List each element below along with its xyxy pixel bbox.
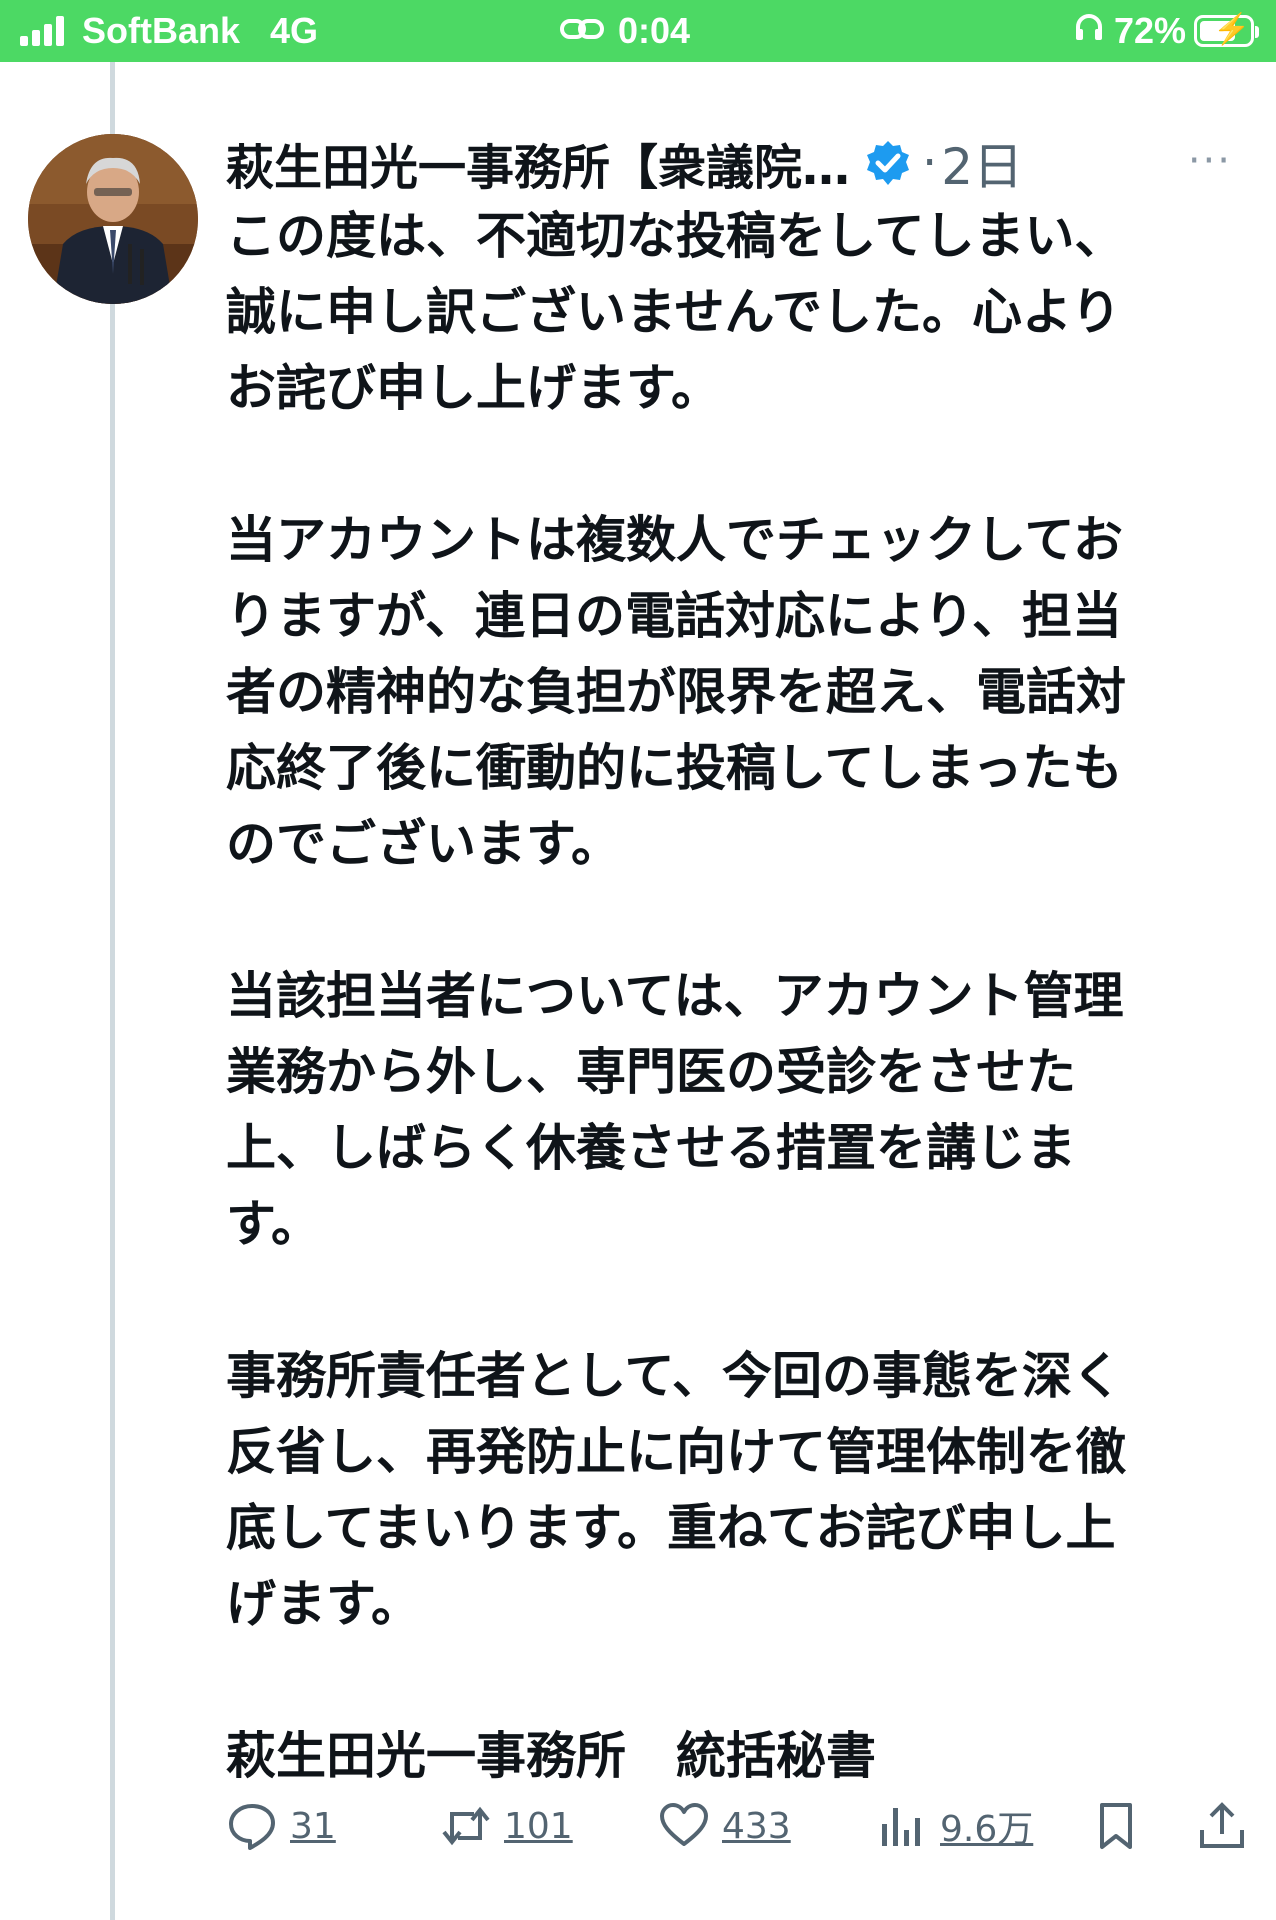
status-right: 72% ⚡ [1074,10,1259,52]
battery-percent: 72% [1113,10,1186,51]
carrier-name: SoftBank [82,10,241,51]
bookmark-icon [1100,1803,1132,1849]
views-chart-icon [882,1808,920,1846]
author-name[interactable]: 萩生田光一事務所【衆議院… [226,128,850,198]
status-time: 0:04 [618,10,691,51]
status-bar: SoftBank 4G 0:04 72% ⚡ [0,0,1276,62]
tweet-header: 萩生田光一事務所【衆議院… · 2日 ··· [226,128,1246,198]
network-type: 4G [270,10,319,51]
status-left: SoftBank 4G [20,10,318,52]
views-button[interactable]: 9.6万 [876,1800,1033,1852]
views-count: 9.6万 [940,1809,1034,1850]
like-count: 433 [722,1805,791,1847]
retweet-icon [442,1806,490,1846]
bookmark-button[interactable] [1090,1800,1142,1852]
tweet-time[interactable]: 2日 [941,127,1023,199]
charging-bolt-icon: ⚡ [1213,13,1251,46]
retweet-count: 101 [504,1805,573,1847]
separator-dot: · [922,135,938,191]
reply-icon [229,1804,275,1850]
link-icon [560,12,604,51]
battery-icon: ⚡ [1194,13,1259,47]
more-options-icon[interactable]: ··· [1188,138,1232,184]
tweet-text: この度は、不適切な投稿をしてしまい、 誠に申し訳ございませんでした。心より お詫… [226,207,1126,1785]
thread-line-top [110,62,115,142]
share-button[interactable] [1196,1800,1248,1852]
headphones-icon [1074,12,1104,50]
verified-badge-icon [867,141,910,185]
reply-button[interactable]: 31 [226,1800,336,1852]
avatar[interactable] [28,134,198,304]
signal-icon [20,16,68,46]
reply-count: 31 [290,1805,336,1847]
like-button[interactable]: 433 [658,1800,791,1852]
heart-icon [660,1803,708,1846]
thread-line [110,300,115,1920]
avatar-photo [28,134,198,304]
status-center: 0:04 [560,10,690,52]
share-icon [1200,1802,1244,1848]
tweet-actions: 31 101 433 9.6万 [226,1800,1266,1872]
retweet-button[interactable]: 101 [440,1800,573,1852]
